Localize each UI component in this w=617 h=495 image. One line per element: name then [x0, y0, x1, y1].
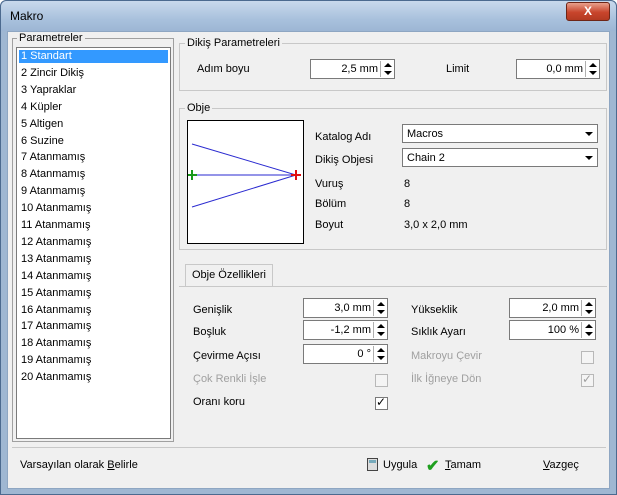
keep-ratio-checkbox[interactable]: ✓: [375, 395, 388, 410]
segments-label: Bölüm: [315, 198, 347, 210]
stitch-object-label: Dikiş Objesi: [315, 154, 374, 166]
parameter-list-item[interactable]: 18 Atanmamış: [19, 337, 168, 350]
apply-button[interactable]: Uygula: [383, 459, 417, 471]
return-first-needle-checkbox[interactable]: ✓: [581, 372, 594, 387]
spinner-arrows-icon[interactable]: [373, 346, 386, 362]
parameter-list-item[interactable]: 20 Atanmamış: [19, 371, 168, 384]
catalog-label: Katalog Adı: [315, 131, 372, 143]
parameter-list-item[interactable]: 17 Atanmamış: [19, 320, 168, 333]
parameter-list-item[interactable]: 11 Atanmamış: [19, 219, 168, 232]
spinner-arrows-icon[interactable]: [581, 322, 594, 338]
cancel-suffix: azgeç: [549, 459, 579, 471]
parameter-list-item[interactable]: 15 Atanmamış: [19, 287, 168, 300]
parameter-list-item[interactable]: 12 Atanmamış: [19, 236, 168, 249]
parameter-list-item[interactable]: 2 Zincir Dikiş: [19, 67, 168, 80]
width-value: 3,0 mm: [334, 302, 371, 314]
stitches-value: 8: [404, 178, 411, 190]
limit-label: Limit: [446, 63, 470, 75]
width-label: Genişlik: [193, 304, 233, 316]
parameter-list-item[interactable]: 9 Atanmamış: [19, 185, 168, 198]
parameter-list-item[interactable]: 8 Atanmamış: [19, 168, 168, 181]
dialog-client: Parametreler 1 Standart 2 Zincir Dikiş 3 Y…: [7, 31, 610, 489]
object-properties-panel: Genişlik 3,0 mm Yükseklik 2,0 mm Boşluk …: [179, 286, 607, 434]
parameters-legend: Parametreler: [17, 32, 85, 44]
segments-value: 8: [404, 198, 411, 210]
limit-spinner[interactable]: 0,0 mm: [516, 59, 600, 79]
return-first-needle-label: İlk İğneye Dön: [411, 373, 482, 385]
ok-suffix: amam: [450, 459, 482, 471]
gap-label: Boşluk: [193, 326, 227, 338]
rotate-angle-label: Çevirme Açısı: [193, 350, 261, 362]
parameter-list-item[interactable]: 3 Yapraklar: [19, 84, 168, 97]
macro-preview: [187, 120, 304, 244]
set-default-prefix: Varsayılan olarak: [20, 459, 108, 471]
step-length-spinner[interactable]: 2,5 mm: [310, 59, 395, 79]
stitch-object-dropdown[interactable]: Chain 2: [402, 148, 598, 167]
multicolor-label: Çok Renkli İşle: [193, 373, 267, 385]
parameter-list-item[interactable]: 10 Atanmamış: [19, 202, 168, 215]
catalog-dropdown[interactable]: Macros: [402, 124, 598, 143]
width-spinner[interactable]: 3,0 mm: [303, 298, 388, 318]
spinner-arrows-icon[interactable]: [373, 300, 386, 316]
height-label: Yükseklik: [411, 304, 458, 316]
multicolor-checkbox[interactable]: [375, 374, 388, 387]
parameters-group: Parametreler 1 Standart 2 Zincir Dikiş 3 Y…: [12, 32, 174, 442]
parameter-list-item[interactable]: 6 Suzine: [19, 135, 168, 148]
parameter-list-item[interactable]: 5 Altigen: [19, 118, 168, 131]
step-length-value: 2,5 mm: [341, 63, 378, 75]
set-default-suffix: elirle: [114, 459, 138, 471]
limit-value: 0,0 mm: [546, 63, 583, 75]
spinner-arrows-icon[interactable]: [585, 61, 598, 77]
chevron-down-icon[interactable]: [581, 126, 596, 141]
size-label: Boyut: [315, 219, 344, 231]
parameter-list-item[interactable]: 19 Atanmamış: [19, 354, 168, 367]
size-value: 3,0 x 2,0 mm: [404, 219, 468, 231]
parameters-list[interactable]: 1 Standart 2 Zincir Dikiş 3 Yapraklar 4 Küp…: [16, 47, 171, 439]
chain-stitch-preview-icon: [188, 143, 301, 208]
rotate-angle-value: 0 °: [357, 348, 371, 360]
parameter-list-item[interactable]: 4 Küpler: [19, 101, 168, 114]
close-button[interactable]: X: [566, 2, 610, 21]
set-default-button[interactable]: Varsayılan olarak Belirle: [20, 459, 138, 471]
parameter-list-item[interactable]: 7 Atanmamış: [19, 151, 168, 164]
rotate-angle-spinner[interactable]: 0 °: [303, 344, 388, 364]
cancel-button[interactable]: Vazgeç: [543, 459, 579, 471]
stitch-parameters-group: Dikiş Parametreleri Adım boyu 2,5 mm Lim…: [179, 37, 607, 91]
flip-macro-checkbox[interactable]: [581, 351, 594, 364]
density-label: Sıklık Ayarı: [411, 326, 466, 338]
gap-spinner[interactable]: -1,2 mm: [303, 320, 388, 340]
gap-value: -1,2 mm: [330, 324, 371, 336]
window-title: Makro: [10, 9, 44, 23]
chevron-down-icon[interactable]: [581, 150, 596, 165]
object-legend: Obje: [185, 102, 213, 114]
density-spinner[interactable]: 100 %: [509, 320, 596, 340]
right-panel: Dikiş Parametreleri Adım boyu 2,5 mm Lim…: [179, 36, 607, 436]
parameter-list-item[interactable]: 14 Atanmamış: [19, 270, 168, 283]
spinner-arrows-icon[interactable]: [581, 300, 594, 316]
stitch-object-value: Chain 2: [407, 152, 445, 164]
parameter-list-item[interactable]: 13 Atanmamış: [19, 253, 168, 266]
height-value: 2,0 mm: [542, 302, 579, 314]
footer-separator: [12, 447, 606, 448]
parameter-list-item[interactable]: 1 Standart: [19, 50, 168, 63]
checkmark-icon: ✔: [426, 458, 440, 475]
macro-window: Makro X Parametreler 1 Standart 2 Zincir …: [0, 0, 617, 495]
step-length-label: Adım boyu: [197, 63, 250, 75]
set-default-hotkey: B: [107, 459, 115, 471]
height-spinner[interactable]: 2,0 mm: [509, 298, 596, 318]
calculator-icon: [367, 458, 378, 471]
title-bar[interactable]: Makro X: [1, 1, 616, 31]
keep-ratio-label: Oranı koru: [193, 396, 245, 408]
object-group: Obje Katalog Adı Macros Dikiş Objesi Cha…: [179, 102, 607, 250]
catalog-value: Macros: [407, 128, 444, 140]
spinner-arrows-icon[interactable]: [380, 61, 393, 77]
stitches-label: Vuruş: [315, 178, 344, 190]
stitch-parameters-legend: Dikiş Parametreleri: [185, 37, 282, 49]
spinner-arrows-icon[interactable]: [373, 322, 386, 338]
density-value: 100 %: [547, 324, 579, 336]
flip-macro-label: Makroyu Çevir: [411, 350, 482, 362]
ok-button[interactable]: Tamam: [445, 459, 481, 471]
tab-object-properties[interactable]: Obje Özellikleri: [185, 264, 273, 286]
parameter-list-item[interactable]: 16 Atanmamış: [19, 304, 168, 317]
